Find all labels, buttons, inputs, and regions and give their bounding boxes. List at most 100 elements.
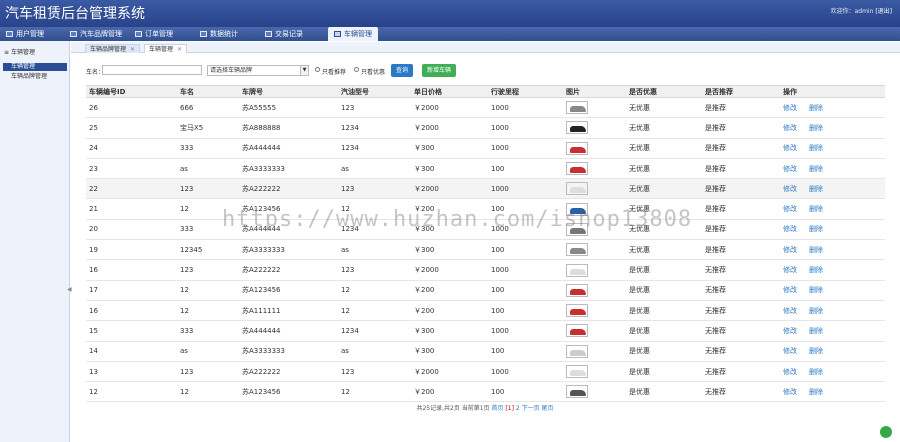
table-cell: 修改 删除 [780, 138, 885, 159]
delete-link[interactable]: 删除 [809, 368, 823, 376]
tab-label: 车辆品牌管理 [90, 46, 127, 53]
chat-icon[interactable] [880, 426, 892, 438]
nav-order-management[interactable]: 订单管理 [135, 27, 173, 41]
edit-link[interactable]: 修改 [783, 266, 797, 274]
delete-link[interactable]: 删除 [809, 185, 823, 193]
table-row: 17 12 苏A123456 12 ￥200 100 是优惠 无推荐 修改 删除 [86, 280, 885, 301]
edit-link[interactable]: 修改 [783, 368, 797, 376]
table-cell: ￥200 [411, 300, 488, 322]
table-cell: 修改 删除 [780, 320, 885, 342]
delete-link[interactable]: 删除 [809, 327, 823, 335]
delete-link[interactable]: 删除 [809, 144, 823, 152]
table-cell: 123 [177, 361, 239, 383]
edit-link[interactable]: 修改 [783, 165, 797, 173]
edit-link[interactable]: 修改 [783, 124, 797, 132]
table-cell: 无推荐 [702, 300, 780, 322]
table-body: 26 666 苏A55555 123 ￥2000 1000 无优惠 是推荐 修改 删除 25 宝马X5… [86, 97, 885, 403]
collapse-arrow-icon[interactable]: ◀ [67, 286, 72, 293]
nav-vehicle-management[interactable]: 车辆管理 [328, 27, 378, 41]
table-cell: as [177, 341, 239, 362]
car-icon [570, 309, 586, 316]
table-row: 22 123 苏A222222 123 ￥2000 1000 无优惠 是推荐 修改 删除 [86, 178, 885, 200]
nav-user-management[interactable]: 用户管理 [6, 27, 44, 41]
recommend-radio[interactable] [315, 67, 320, 72]
edit-link[interactable]: 修改 [783, 205, 797, 213]
table-cell: ￥300 [411, 158, 488, 180]
table-row: 13 123 苏A222222 123 ￥2000 1000 是优惠 无推荐 修改 删除 [86, 361, 885, 383]
delete-link[interactable]: 删除 [809, 104, 823, 112]
nav-brand-management[interactable]: 汽车品牌管理 [70, 27, 122, 41]
table-cell: ￥2000 [411, 97, 488, 119]
tab-bar: 车辆品牌管理 ✕ 车辆管理 ✕ [71, 42, 900, 53]
car-thumbnail [566, 141, 588, 155]
table-cell: 1000 [488, 361, 563, 383]
nav-statistics[interactable]: 数据统计 [200, 27, 238, 41]
table-cell: 24 [86, 138, 177, 159]
query-button[interactable]: 查询 [391, 64, 414, 77]
delete-link[interactable]: 删除 [809, 205, 823, 213]
last-page-link[interactable]: 尾页 [542, 405, 554, 412]
edit-link[interactable]: 修改 [783, 388, 797, 396]
tab-vehicle-management[interactable]: 车辆管理 ✕ [144, 44, 188, 53]
column-header: 车牌号 [239, 85, 338, 98]
edit-link[interactable]: 修改 [783, 144, 797, 152]
delete-link[interactable]: 删除 [809, 347, 823, 355]
table-cell: ￥300 [411, 138, 488, 159]
delete-link[interactable]: 删除 [809, 266, 823, 274]
table-cell: 无推荐 [702, 280, 780, 301]
edit-link[interactable]: 修改 [783, 347, 797, 355]
table-cell: 苏A444444 [239, 320, 338, 342]
delete-link[interactable]: 删除 [809, 124, 823, 132]
table-cell: 苏A123456 [239, 381, 338, 403]
table-cell: 无优惠 [626, 178, 702, 200]
edit-link[interactable]: 修改 [783, 225, 797, 233]
table-cell [563, 117, 626, 139]
car-icon [570, 349, 586, 356]
sidebar-item-brands[interactable]: 车辆品牌管理 [3, 73, 67, 81]
delete-link[interactable]: 删除 [809, 286, 823, 294]
next-page-link[interactable]: 2 下一页 [516, 405, 540, 412]
edit-link[interactable]: 修改 [783, 286, 797, 294]
add-vehicle-button[interactable]: 新增车辆 [422, 64, 457, 77]
table-cell: 修改 删除 [780, 97, 885, 119]
pagination-summary: 共25记录,共2页 当前第1页 [416, 405, 490, 412]
car-thumbnail [566, 263, 588, 277]
table-cell: 15 [86, 320, 177, 342]
table-cell: 苏A111111 [239, 300, 338, 322]
table-cell: 修改 删除 [780, 117, 885, 139]
edit-link[interactable]: 修改 [783, 104, 797, 112]
tab-label: 车辆管理 [149, 46, 174, 53]
window-icon [135, 31, 142, 37]
first-page-link[interactable]: 首页 [491, 405, 503, 412]
close-icon[interactable]: ✕ [130, 46, 135, 53]
table-row: 15 333 苏A444444 1234 ￥300 1000 是优惠 无推荐 修改 删除 [86, 320, 885, 342]
brand-select[interactable]: 请选择车辆品牌 ▼ [207, 65, 309, 76]
edit-link[interactable]: 修改 [783, 185, 797, 193]
table-cell: 苏A222222 [239, 259, 338, 281]
logout-link[interactable]: [退出] [875, 8, 892, 15]
table-cell [563, 320, 626, 342]
sidebar-item-vehicles[interactable]: 车辆管理 [3, 63, 67, 71]
edit-link[interactable]: 修改 [783, 327, 797, 335]
vehicle-table: 车辆编号ID 车名 车牌号 汽油型号 单日价格 行驶里程 图片 是否优惠 是否推… [86, 85, 885, 403]
car-name-input[interactable] [102, 65, 202, 75]
delete-link[interactable]: 删除 [809, 165, 823, 173]
close-icon[interactable]: ✕ [177, 46, 182, 53]
delete-link[interactable]: 删除 [809, 225, 823, 233]
table-cell: 1234 [338, 320, 411, 342]
table-cell: 22 [86, 178, 177, 200]
welcome-text: 欢迎你：admin [830, 8, 874, 15]
delete-link[interactable]: 删除 [809, 246, 823, 254]
discount-radio[interactable] [354, 67, 359, 72]
tab-brand-management[interactable]: 车辆品牌管理 ✕ [85, 44, 141, 53]
nav-transactions[interactable]: 交易记录 [265, 27, 303, 41]
nav-label: 车辆管理 [344, 30, 372, 38]
edit-link[interactable]: 修改 [783, 307, 797, 315]
car-icon [570, 126, 586, 133]
edit-link[interactable]: 修改 [783, 246, 797, 254]
delete-link[interactable]: 删除 [809, 307, 823, 315]
menu-icon: ≡ [4, 49, 11, 56]
delete-link[interactable]: 删除 [809, 388, 823, 396]
table-cell: as [338, 158, 411, 180]
table-cell: 100 [488, 280, 563, 301]
